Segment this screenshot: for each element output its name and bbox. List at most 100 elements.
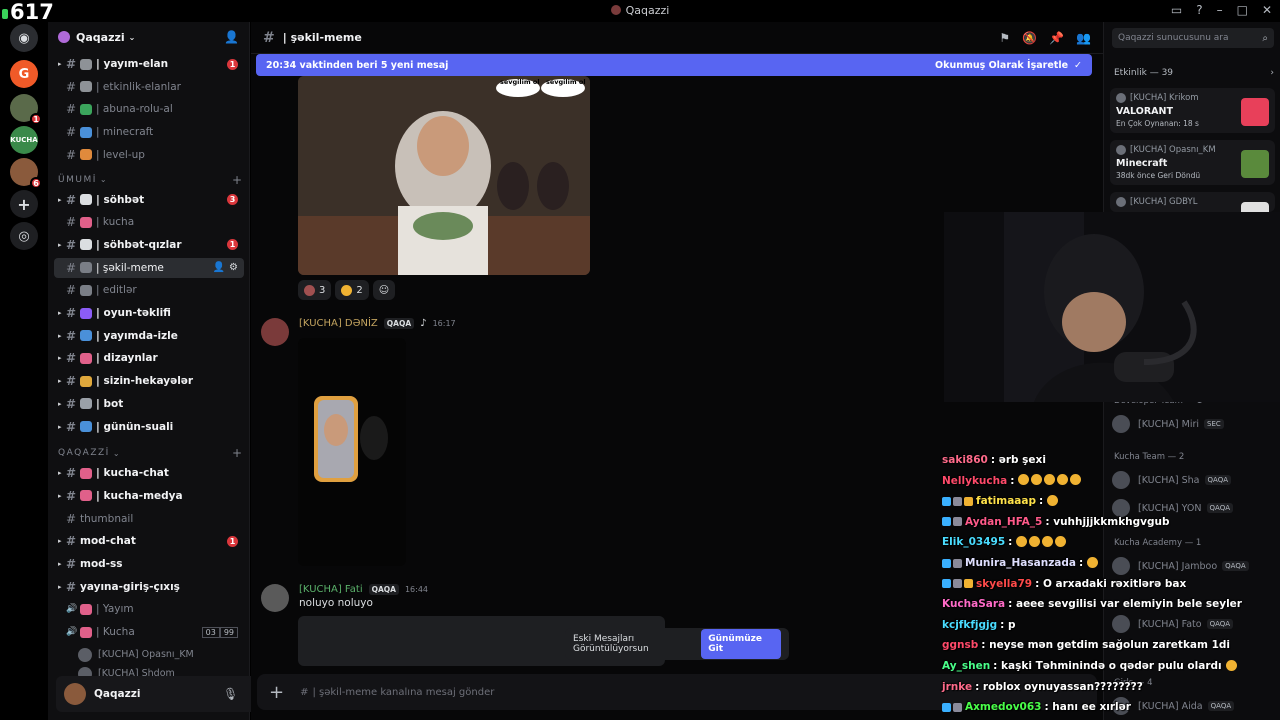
- channel-item[interactable]: ▸ # | kucha-medya: [54, 486, 244, 506]
- search-input[interactable]: [1118, 33, 1254, 43]
- caret-icon: ▸: [58, 422, 62, 431]
- activity-card[interactable]: [KUCHA] GDBYL: [1110, 192, 1275, 230]
- chevron-right-icon[interactable]: ›: [1270, 68, 1274, 78]
- reaction-2[interactable]: 2: [335, 280, 369, 300]
- channel-item[interactable]: # | minecraft: [54, 122, 244, 142]
- avatar[interactable]: [64, 683, 86, 705]
- hash-icon: #: [66, 419, 77, 434]
- reaction-1[interactable]: 3: [298, 280, 332, 300]
- avatar[interactable]: [261, 584, 289, 612]
- channel-item[interactable]: ▸ # | kucha-chat: [54, 463, 244, 483]
- hash-icon: #: [66, 511, 77, 526]
- attach-plus-icon[interactable]: +: [269, 682, 284, 703]
- member-item[interactable]: [KUCHA] Miri SEC: [1112, 412, 1277, 436]
- hash-icon: #: [66, 125, 77, 140]
- channel-item[interactable]: ▸ # | söhbət 3: [54, 190, 244, 210]
- channel-item[interactable]: # | şəkil-meme 👤 ⚙: [54, 257, 244, 278]
- channel-item[interactable]: # | editlər: [54, 280, 244, 300]
- channel-emoji-icon: [80, 307, 92, 319]
- hash-icon: #: [66, 147, 77, 162]
- minimize-button[interactable]: –: [1217, 3, 1223, 17]
- message-input[interactable]: [312, 686, 913, 698]
- channel-item[interactable]: # | kucha: [54, 212, 244, 232]
- meme-image[interactable]: sevgilim ol sevgilim ol: [298, 76, 590, 275]
- avatar[interactable]: [261, 318, 289, 346]
- new-messages-bar[interactable]: 20:34 vaktinden beri 5 yeni mesaj Okunmu…: [256, 54, 1092, 76]
- pin-icon[interactable]: 📌: [1049, 31, 1064, 45]
- server-header[interactable]: Qaqazzi ⌄ 👤: [48, 22, 249, 52]
- meme-image-art: [298, 76, 590, 275]
- activity-card[interactable]: [KUCHA] Krikom VALORANT En Çok Oynanan: 18…: [1110, 88, 1275, 133]
- channel-item[interactable]: ▸ # | söhbət-qızlar 1: [54, 235, 244, 255]
- channel-item[interactable]: # | level-up: [54, 145, 244, 165]
- search-icon[interactable]: ⌕: [1262, 33, 1268, 44]
- channel-item[interactable]: ▸ # | oyun-təklifi: [54, 303, 244, 323]
- add-channel-icon[interactable]: +: [232, 173, 242, 187]
- stream-chat-overlay: saki860: ərb şexi Nellykucha: fatimaaap: Ay…: [942, 450, 1242, 720]
- members-icon[interactable]: 👥: [1076, 31, 1091, 45]
- server-icon-2[interactable]: 1: [10, 94, 42, 125]
- channel-item[interactable]: ▸ # mod-ss: [54, 554, 244, 574]
- channel-label: | abuna-rolu-al: [96, 103, 173, 116]
- server-icon-g[interactable]: G: [10, 60, 38, 88]
- member-item[interactable]: [KUCHA] Sha QAQA: [1112, 468, 1277, 492]
- threads-icon[interactable]: ⚑: [999, 31, 1010, 45]
- mark-read-link[interactable]: Okunmuş Olarak İşaretle: [935, 60, 1068, 71]
- chatter-name: Axmedov063: [965, 701, 1042, 714]
- add-reaction-button[interactable]: ☺: [372, 280, 396, 300]
- server-icon-qaqazzi[interactable]: 6: [10, 158, 42, 189]
- activity-card[interactable]: [KUCHA] Opasnı_KM Minecraft 38dk önce Geri…: [1110, 140, 1275, 185]
- hash-icon: #: [66, 260, 77, 275]
- channel-label: | Yayım: [96, 603, 134, 616]
- channel-category[interactable]: QAQAZZİ ⌄ +: [58, 445, 242, 461]
- search-box: ⌕: [1112, 28, 1274, 48]
- voice-user[interactable]: [KUCHA] Opasnı_KM: [78, 646, 194, 664]
- emoji-icon: [1087, 556, 1099, 568]
- home-button[interactable]: ◉: [10, 24, 38, 52]
- channel-item[interactable]: 🔊 | Kucha 03 99: [54, 622, 244, 642]
- avatar: [1116, 145, 1126, 155]
- video-thumbnail-art: [314, 396, 388, 482]
- channel-item[interactable]: # | abuna-rolu-al: [54, 99, 244, 119]
- channel-label: | oyun-təklifi: [96, 307, 171, 319]
- invite-icon[interactable]: 👤: [213, 262, 225, 273]
- channel-item[interactable]: # thumbnail: [54, 509, 244, 529]
- message-author[interactable]: [KUCHA] DƏNİZ: [299, 318, 378, 329]
- chat-badge-icon: [953, 496, 962, 506]
- channel-category[interactable]: ÜMUMİ ⌄ +: [58, 172, 242, 188]
- inbox-icon[interactable]: ▭: [1171, 3, 1182, 17]
- channel-item[interactable]: 🔊 | Yayım: [54, 599, 244, 619]
- close-button[interactable]: ✕: [1262, 3, 1272, 17]
- smiley-icon: ☺: [378, 284, 390, 296]
- channel-item[interactable]: ▸ # mod-chat 1: [54, 531, 244, 551]
- channel-item[interactable]: ▸ # | bot: [54, 394, 244, 414]
- help-icon[interactable]: ?: [1196, 3, 1202, 17]
- jump-to-present-button[interactable]: Günümüze Git: [701, 629, 781, 659]
- webcam-feed: [944, 212, 1280, 402]
- channel-item[interactable]: ▸ # | yayımda-izle: [54, 326, 244, 346]
- channel-label: | kucha-medya: [96, 489, 183, 502]
- channel-item[interactable]: ▸ # | sizin-hekayələr: [54, 371, 244, 391]
- member-item[interactable]: [KUCHA] Fato QAQA: [1112, 612, 1277, 636]
- stream-chat-line: KuchaSara: aeee sevgilisi var elemiyin b…: [942, 594, 1242, 614]
- add-channel-icon[interactable]: +: [232, 446, 242, 460]
- channel-item[interactable]: ▸ # | yayım-elan 1: [54, 54, 244, 74]
- caret-icon: ▸: [58, 469, 62, 478]
- channel-item[interactable]: ▸ # yayına-giriş-çıxış: [54, 577, 244, 597]
- invite-people-icon[interactable]: 👤: [224, 30, 239, 44]
- video-attachment[interactable]: [298, 338, 406, 566]
- microphone-icon[interactable]: 🎙: [223, 687, 238, 701]
- discover-button[interactable]: ◎: [10, 222, 38, 250]
- channel-item[interactable]: ▸ # | günün-suali: [54, 417, 244, 437]
- mute-bell-icon[interactable]: 🔕: [1022, 31, 1037, 45]
- maximize-button[interactable]: □: [1237, 3, 1248, 17]
- server-icon-kucha[interactable]: KUCHA: [10, 126, 38, 154]
- message-author[interactable]: [KUCHA] Fati: [299, 584, 363, 595]
- hash-icon: #: [66, 237, 77, 252]
- gear-icon[interactable]: ⚙: [229, 262, 238, 273]
- member-item[interactable]: [KUCHA] Aida QAQA: [1112, 694, 1277, 718]
- add-server-button[interactable]: +: [10, 190, 38, 218]
- channel-item[interactable]: ▸ # | dizaynlar: [54, 348, 244, 368]
- chat-badge-icon: [964, 579, 973, 589]
- channel-item[interactable]: # | etkinlik-elanlar: [54, 77, 244, 97]
